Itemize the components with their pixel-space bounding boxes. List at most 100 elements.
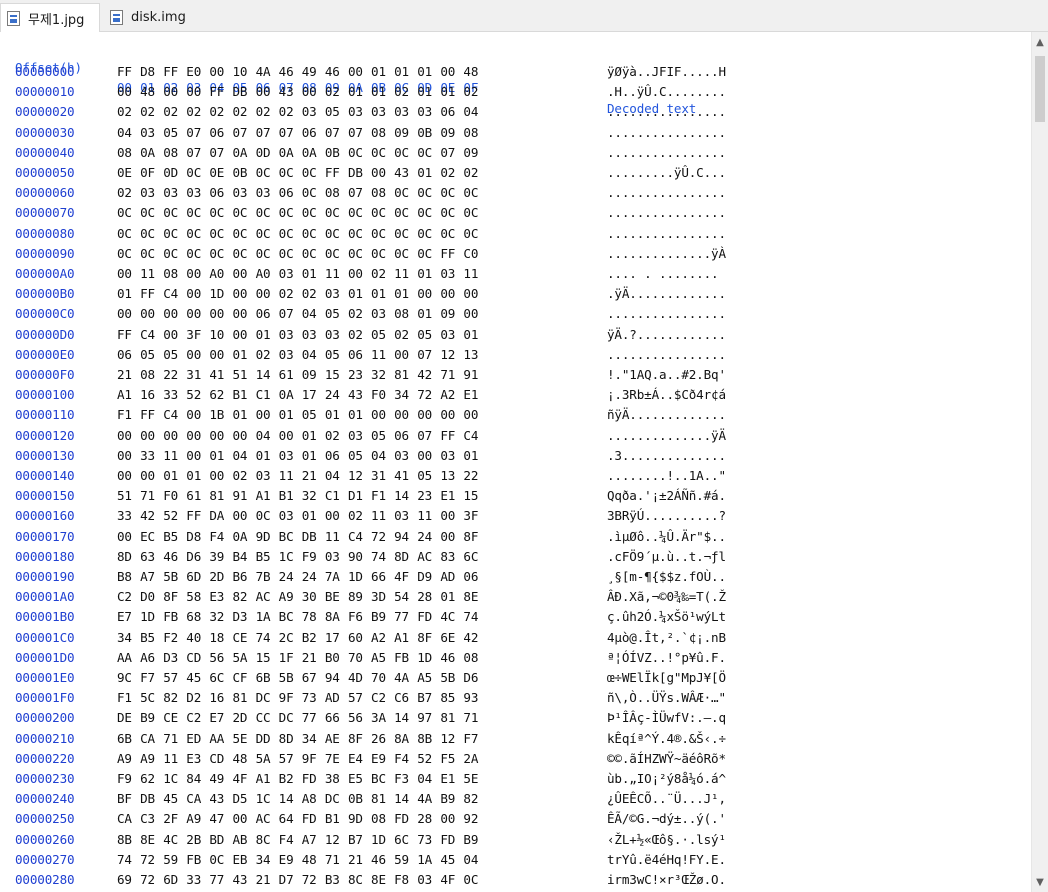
row-hex-bytes[interactable]: B8 A7 5B 6D 2D B6 7B 24 24 7A 1D 66 4F D9 AD 06 bbox=[117, 567, 487, 587]
row-decoded-text[interactable]: ................ bbox=[607, 102, 726, 122]
row-hex-bytes[interactable]: DE B9 CE C2 E7 2D CC DC 77 66 56 3A 14 97 81 71 bbox=[117, 708, 487, 728]
row-decoded-text[interactable]: .... . ........ bbox=[607, 264, 719, 284]
row-hex-bytes[interactable]: F1 FF C4 00 1B 01 00 01 05 01 01 00 00 00 00 00 bbox=[117, 405, 487, 425]
row-decoded-text[interactable]: ................ bbox=[607, 143, 726, 163]
row-offset: 00000090 bbox=[15, 245, 75, 261]
row-hex-bytes[interactable]: A9 A9 11 E3 CD 48 5A 57 9F 7E E4 E9 F4 52 F5 2A bbox=[117, 749, 487, 769]
row-decoded-text[interactable]: trYû.ë4éHq!FY.E. bbox=[607, 850, 726, 870]
row-offset: 00000270 bbox=[15, 851, 75, 867]
row-decoded-text[interactable]: ................ bbox=[607, 304, 726, 324]
row-decoded-text[interactable]: ÊÃ/©G.¬dý±..ý(.' bbox=[607, 809, 726, 829]
row-hex-bytes[interactable]: 00 00 00 00 00 00 06 07 04 05 02 03 08 01 09 00 bbox=[117, 304, 487, 324]
row-hex-bytes[interactable]: 6B CA 71 ED AA 5E DD 8D 34 AE 8F 26 8A 8B 12 F7 bbox=[117, 729, 487, 749]
row-decoded-text[interactable]: ÂÐ.Xã‚¬©0¾‰=T(.Ž bbox=[607, 587, 726, 607]
row-offset: 00000050 bbox=[15, 165, 75, 180]
row-hex-bytes[interactable]: 33 42 52 FF DA 00 0C 03 01 00 02 11 03 11 00 3F bbox=[117, 506, 487, 526]
row-decoded-text[interactable]: ¡.3Rb±Á..$Cð4r¢á bbox=[607, 385, 726, 405]
row-decoded-text[interactable]: ................ bbox=[607, 224, 726, 244]
row-hex-bytes[interactable]: E7 1D FB 68 32 D3 1A BC 78 8A F6 B9 77 FD 4C 74 bbox=[117, 607, 487, 627]
tab-file-2[interactable]: disk.img bbox=[104, 3, 200, 31]
row-offset: 00000120 bbox=[15, 427, 75, 443]
row-decoded-text[interactable]: !."1AQ.a..#2.Bq' bbox=[607, 365, 726, 385]
row-decoded-text[interactable]: ................ bbox=[607, 203, 726, 223]
row-decoded-text[interactable]: 3BRÿÚ..........? bbox=[607, 506, 726, 526]
row-hex-bytes[interactable]: 00 00 00 00 00 00 04 00 01 02 03 05 06 07 FF C4 bbox=[117, 426, 487, 446]
row-hex-bytes[interactable]: 8D 63 46 D6 39 B4 B5 1C F9 03 90 74 8D AC 83 6C bbox=[117, 547, 487, 567]
row-hex-bytes[interactable]: 01 FF C4 00 1D 00 00 02 02 03 01 01 01 00 00 00 bbox=[117, 284, 487, 304]
row-hex-bytes[interactable]: FF C4 00 3F 10 00 01 03 03 03 02 05 02 05 03 01 bbox=[117, 325, 487, 345]
row-decoded-text[interactable]: kÊqíª^Ý.4®.&Š‹.÷ bbox=[607, 729, 726, 749]
file-icon bbox=[110, 9, 123, 25]
row-hex-bytes[interactable]: 08 0A 08 07 07 0A 0D 0A 0A 0B 0C 0C 0C 0C 07 09 bbox=[117, 143, 487, 163]
row-offset: 00000070 bbox=[15, 205, 75, 221]
row-hex-bytes[interactable]: F9 62 1C 84 49 4F A1 B2 FD 38 E5 BC F3 04 E1 5E bbox=[117, 769, 487, 789]
vertical-scrollbar[interactable]: ▲ ▼ bbox=[1031, 32, 1048, 892]
row-hex-bytes[interactable]: 51 71 F0 61 81 91 A1 B1 32 C1 D1 F1 14 23 E1 15 bbox=[117, 486, 487, 506]
row-decoded-text[interactable]: .3.............. bbox=[607, 446, 726, 466]
row-decoded-text[interactable]: Qqða.'¡±2ÁÑñ.#á. bbox=[607, 486, 726, 506]
row-decoded-text[interactable]: .H..ÿÛ.C........ bbox=[607, 82, 726, 102]
row-hex-bytes[interactable]: CA C3 2F A9 47 00 AC 64 FD B1 9D 08 FD 28 00 92 bbox=[117, 809, 487, 829]
row-decoded-text[interactable]: ........!..1A.." bbox=[607, 466, 726, 486]
row-hex-bytes[interactable]: 00 48 00 00 FF DB 00 43 00 02 01 01 02 01 01 02 bbox=[117, 82, 487, 102]
row-decoded-text[interactable]: ÿØÿà..JFIF.....H bbox=[607, 62, 726, 82]
row-decoded-text[interactable]: ùb.„IO¡²ý8å¼ó.á^ bbox=[607, 769, 726, 789]
row-hex-bytes[interactable]: 0C 0C 0C 0C 0C 0C 0C 0C 0C 0C 0C 0C 0C 0C FF C0 bbox=[117, 244, 487, 264]
row-hex-bytes[interactable]: 02 02 02 02 02 02 02 02 03 05 03 03 03 03 06 04 bbox=[117, 102, 487, 122]
row-offset: 00000000 bbox=[15, 64, 75, 79]
row-hex-bytes[interactable]: C2 D0 8F 58 E3 82 AC A9 30 BE 89 3D 54 28 01 8E bbox=[117, 587, 487, 607]
row-decoded-text[interactable]: ................ bbox=[607, 123, 726, 143]
row-hex-bytes[interactable]: AA A6 D3 CD 56 5A 15 1F 21 B0 70 A5 FB 1D 46 08 bbox=[117, 648, 487, 668]
row-decoded-text[interactable]: ................ bbox=[607, 183, 726, 203]
row-decoded-text[interactable]: ¸§[m-¶{$$z.fOÙ.. bbox=[607, 567, 726, 587]
row-offset: 00000100 bbox=[15, 387, 75, 403]
row-decoded-text[interactable]: ‹ŽL+½«Œô§.·.lsý¹ bbox=[607, 830, 726, 850]
row-hex-bytes[interactable]: A1 16 33 52 62 B1 C1 0A 17 24 43 F0 34 72 A2 E1 bbox=[117, 385, 487, 405]
row-hex-bytes[interactable]: 00 33 11 00 01 04 01 03 01 06 05 04 03 00 03 01 bbox=[117, 446, 487, 466]
row-hex-bytes[interactable]: 02 03 03 03 06 03 03 06 0C 08 07 08 0C 0C 0C 0C bbox=[117, 183, 487, 203]
row-decoded-text[interactable]: ................ bbox=[607, 345, 726, 365]
row-decoded-text[interactable]: ©©.ãÍHZWŸ~äéôRõ* bbox=[607, 749, 726, 769]
row-hex-bytes[interactable]: 8B 8E 4C 2B BD AB 8C F4 A7 12 B7 1D 6C 73 FD B9 bbox=[117, 830, 487, 850]
row-decoded-text[interactable]: ¿ÛEÊCÕ..¨Ü...J¹‚ bbox=[607, 789, 726, 809]
row-decoded-text[interactable]: ñ\‚Ò..ÜŸs.WÂÆ·…" bbox=[607, 688, 726, 708]
row-hex-bytes[interactable]: 0C 0C 0C 0C 0C 0C 0C 0C 0C 0C 0C 0C 0C 0C 0C 0C bbox=[117, 224, 487, 244]
chevron-up-icon[interactable]: ▲ bbox=[1032, 34, 1048, 51]
row-decoded-text[interactable]: ..............ÿÀ bbox=[607, 244, 726, 264]
scroll-thumb[interactable] bbox=[1035, 56, 1045, 122]
row-offset: 00000110 bbox=[15, 407, 75, 423]
row-decoded-text[interactable]: .cFÖ9´µ.ù..t.¬ƒl bbox=[607, 547, 726, 567]
hex-viewer[interactable]: Offset(h) 00 01 02 03 04 05 06 07 08 09 0A 0B 0C 0D 0E… bbox=[0, 32, 1031, 892]
row-hex-bytes[interactable]: 04 03 05 07 06 07 07 07 06 07 07 08 09 0B 09 08 bbox=[117, 123, 487, 143]
row-decoded-text[interactable]: ª¦ÓÍVZ..!°p¥û.F. bbox=[607, 648, 726, 668]
row-hex-bytes[interactable]: FF D8 FF E0 00 10 4A 46 49 46 00 01 01 01 00 48 bbox=[117, 62, 487, 82]
row-hex-bytes[interactable]: 06 05 05 00 00 01 02 03 04 05 06 11 00 07 12 13 bbox=[117, 345, 487, 365]
row-decoded-text[interactable]: ÿÄ.?............ bbox=[607, 325, 726, 345]
row-decoded-text[interactable]: .ÿÄ............. bbox=[607, 284, 726, 304]
tab-file-1[interactable]: 무제1.jpg bbox=[0, 3, 100, 32]
row-hex-bytes[interactable]: 34 B5 F2 40 18 CE 74 2C B2 17 60 A2 A1 8F 6E 42 bbox=[117, 628, 487, 648]
row-hex-bytes[interactable]: 9C F7 57 45 6C CF 6B 5B 67 94 4D 70 4A A5 5B D6 bbox=[117, 668, 487, 688]
row-decoded-text[interactable]: ..............ÿÄ bbox=[607, 426, 726, 446]
chevron-down-icon[interactable]: ▼ bbox=[1032, 874, 1048, 891]
row-decoded-text[interactable]: irm3wC!×r³ŒŽø.O. bbox=[607, 870, 726, 890]
row-decoded-text[interactable]: 4µò@.Ît,².`¢¡.nB bbox=[607, 628, 726, 648]
row-decoded-text[interactable]: œ÷WElÏk[g"MpJ¥[Ö bbox=[607, 668, 726, 688]
row-hex-bytes[interactable]: 00 EC B5 D8 F4 0A 9D BC DB 11 C4 72 94 24 00 8F bbox=[117, 527, 487, 547]
row-hex-bytes[interactable]: 74 72 59 FB 0C EB 34 E9 48 71 21 46 59 1A 45 04 bbox=[117, 850, 487, 870]
row-decoded-text[interactable]: Þ¹ÎÂç-ÌÜwfV:.—.q bbox=[607, 708, 726, 728]
row-hex-bytes[interactable]: BF DB 45 CA 43 D5 1C 14 A8 DC 0B 81 14 4A B9 82 bbox=[117, 789, 487, 809]
row-hex-bytes[interactable]: 21 08 22 31 41 51 14 61 09 15 23 32 81 42 71 91 bbox=[117, 365, 487, 385]
row-hex-bytes[interactable]: 0C 0C 0C 0C 0C 0C 0C 0C 0C 0C 0C 0C 0C 0C 0C 0C bbox=[117, 203, 487, 223]
row-hex-bytes[interactable]: 00 11 08 00 A0 00 A0 03 01 11 00 02 11 01 03 11 bbox=[117, 264, 487, 284]
row-decoded-text[interactable]: ç.ûh2Ó.¼xŠö¹wýLt bbox=[607, 607, 726, 627]
row-hex-bytes[interactable]: 00 00 01 01 00 02 03 11 21 04 12 31 41 05 13 22 bbox=[117, 466, 487, 486]
row-decoded-text[interactable]: ñÿÄ............. bbox=[607, 405, 726, 425]
row-decoded-text[interactable]: .ìµØô..¼Û.Är"$.. bbox=[607, 527, 726, 547]
row-hex-bytes[interactable]: F1 5C 82 D2 16 81 DC 9F 73 AD 57 C2 C6 B7 85 93 bbox=[117, 688, 487, 708]
row-offset: 00000150 bbox=[15, 488, 75, 504]
row-hex-bytes[interactable]: 0E 0F 0D 0C 0E 0B 0C 0C 0C FF DB 00 43 01 02 02 bbox=[117, 163, 487, 183]
row-decoded-text[interactable]: .........ÿÛ.C... bbox=[607, 163, 726, 183]
row-hex-bytes[interactable]: 69 72 6D 33 77 43 21 D7 72 B3 8C 8E F8 03 4F 0C bbox=[117, 870, 487, 890]
row-offset: 000001B0 bbox=[15, 609, 75, 625]
